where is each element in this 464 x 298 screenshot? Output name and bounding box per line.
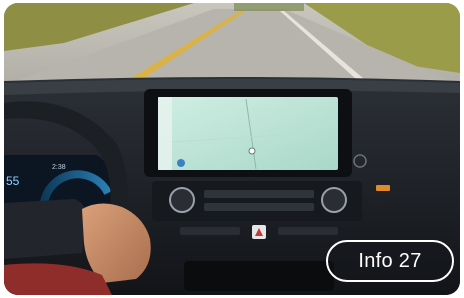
clock-readout: 2:38	[52, 164, 66, 171]
side-switch[interactable]	[376, 185, 390, 191]
right-temp-knob[interactable]	[321, 187, 347, 213]
steering-wheel-spoke	[4, 199, 86, 259]
storage-tray	[184, 261, 334, 291]
tree-line	[234, 3, 304, 11]
map-location-icon[interactable]	[248, 147, 256, 155]
photo-frame: 55 2:38 Info 27	[4, 3, 460, 295]
map-nav-button[interactable]	[177, 159, 185, 167]
info-badge[interactable]: Info 27	[326, 240, 454, 282]
speed-readout: 55	[6, 174, 20, 188]
map-screen	[158, 97, 338, 170]
lower-controls[interactable]	[180, 227, 240, 235]
left-temp-knob[interactable]	[169, 187, 195, 213]
volume-knob[interactable]	[353, 154, 367, 168]
map-sidebar	[158, 97, 172, 170]
climate-button-row[interactable]	[204, 190, 314, 198]
climate-button-row-2[interactable]	[204, 203, 314, 211]
lower-controls-right[interactable]	[278, 227, 338, 235]
